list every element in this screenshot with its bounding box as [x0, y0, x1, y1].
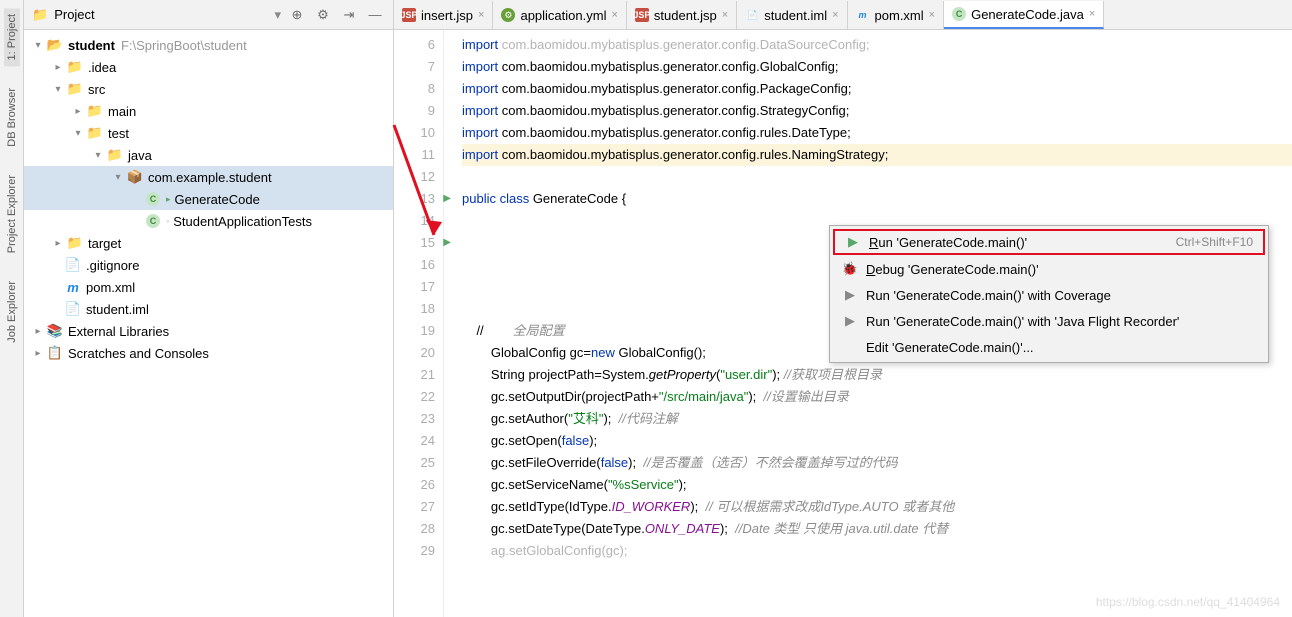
gear-icon[interactable]: ⚙: [313, 5, 333, 25]
run-icon: ▶: [848, 234, 858, 250]
code-line[interactable]: gc.setOpen(false);: [462, 430, 1292, 452]
job-explorer-tab[interactable]: Job Explorer: [4, 275, 20, 349]
line-number: 12: [394, 166, 435, 188]
line-number: 19: [394, 320, 435, 342]
run-gutter-icon[interactable]: ▶: [443, 232, 451, 254]
tree-scratch[interactable]: ▸📋Scratches and Consoles: [24, 342, 393, 364]
locate-icon[interactable]: ⊕: [287, 5, 307, 25]
code-line[interactable]: ag.setGlobalConfig(gc);: [462, 540, 1292, 562]
close-icon[interactable]: ×: [832, 9, 838, 21]
tree-test[interactable]: ▾📁test: [24, 122, 393, 144]
tree-sat[interactable]: C◦StudentApplicationTests: [24, 210, 393, 232]
line-number: 16: [394, 254, 435, 276]
code-line[interactable]: gc.setDateType(DateType.ONLY_DATE); //Da…: [462, 518, 1292, 540]
code-line[interactable]: gc.setServiceName("%sService");: [462, 474, 1292, 496]
code-line[interactable]: gc.setOutputDir(projectPath+"/src/main/j…: [462, 386, 1292, 408]
tree-lib[interactable]: ▸📚External Libraries: [24, 320, 393, 342]
tab-student.jsp[interactable]: JSPstudent.jsp×: [627, 1, 737, 29]
tab-application.yml[interactable]: ⚙application.yml×: [493, 1, 626, 29]
tool-window-bar: 1: Project DB Browser Project Explorer J…: [0, 0, 24, 617]
tree-pkg[interactable]: ▾📦com.example.student: [24, 166, 393, 188]
ctx-run[interactable]: ▶Run 'GenerateCode.main()'Ctrl+Shift+F10: [833, 229, 1265, 255]
tree-pom[interactable]: mpom.xml: [24, 276, 393, 298]
line-number: 26: [394, 474, 435, 496]
line-number: 10: [394, 122, 435, 144]
line-number: 29: [394, 540, 435, 562]
code-line[interactable]: import com.baomidou.mybatisplus.generato…: [462, 100, 1292, 122]
tree-main[interactable]: ▸📁main: [24, 100, 393, 122]
db-browser-tab[interactable]: DB Browser: [4, 82, 20, 153]
line-number: 23: [394, 408, 435, 430]
tree-root[interactable]: ▾📂studentF:\SpringBoot\student: [24, 34, 393, 56]
project-icon: 📁: [32, 7, 48, 23]
line-number: 9: [394, 100, 435, 122]
code-line[interactable]: import com.baomidou.mybatisplus.generato…: [462, 78, 1292, 100]
code-line[interactable]: import com.baomidou.mybatisplus.generato…: [462, 122, 1292, 144]
hide-icon[interactable]: —: [365, 5, 385, 25]
jfr-icon: ▶: [845, 313, 855, 329]
close-icon[interactable]: ×: [722, 9, 728, 21]
line-number: 6: [394, 34, 435, 56]
coverage-icon: ▶: [845, 287, 855, 303]
tab-GenerateCode.java[interactable]: CGenerateCode.java×: [944, 1, 1104, 29]
project-header: 📁 Project ▾ ⊕ ⚙ ⇥ —: [24, 0, 393, 30]
line-number: 14: [394, 210, 435, 232]
line-number: 22: [394, 386, 435, 408]
line-number: 18: [394, 298, 435, 320]
close-icon[interactable]: ×: [1089, 8, 1095, 20]
tab-student.iml[interactable]: 📄student.iml×: [737, 1, 847, 29]
close-icon[interactable]: ×: [478, 9, 484, 21]
ctx-cov[interactable]: ▶Run 'GenerateCode.main()' with Coverage: [832, 282, 1266, 308]
line-number: 28: [394, 518, 435, 540]
line-number: 21: [394, 364, 435, 386]
project-explorer-tab[interactable]: Project Explorer: [4, 169, 20, 259]
tree-gitignore[interactable]: 📄.gitignore: [24, 254, 393, 276]
code-line[interactable]: public class GenerateCode {: [462, 188, 1292, 210]
tree-gen[interactable]: C▸GenerateCode: [24, 188, 393, 210]
watermark: https://blog.csdn.net/qq_41404964: [1096, 595, 1280, 609]
code-line[interactable]: gc.setAuthor("艾科"); //代码注解: [462, 408, 1292, 430]
code-line[interactable]: import com.baomidou.mybatisplus.generato…: [462, 34, 1292, 56]
tree-java[interactable]: ▾📁java: [24, 144, 393, 166]
collapse-icon[interactable]: ⇥: [339, 5, 359, 25]
ctx-edit[interactable]: Edit 'GenerateCode.main()'...: [832, 334, 1266, 360]
code-line[interactable]: import com.baomidou.mybatisplus.generato…: [462, 144, 1292, 166]
code-line[interactable]: gc.setFileOverride(false); //是否覆盖（选否）不然会…: [462, 452, 1292, 474]
code-line[interactable]: import com.baomidou.mybatisplus.generato…: [462, 56, 1292, 78]
tree-iml[interactable]: 📄student.iml: [24, 298, 393, 320]
line-number: 11: [394, 144, 435, 166]
line-number: 20: [394, 342, 435, 364]
run-gutter-icon[interactable]: ▶: [443, 188, 451, 210]
tree-idea[interactable]: ▸📁.idea: [24, 56, 393, 78]
project-panel: 📁 Project ▾ ⊕ ⚙ ⇥ — ▾📂studentF:\SpringBo…: [24, 0, 394, 617]
ctx-debug[interactable]: 🐞Debug 'GenerateCode.main()': [832, 256, 1266, 282]
project-tool-tab[interactable]: 1: Project: [4, 8, 20, 66]
project-tree: ▾📂studentF:\SpringBoot\student ▸📁.idea ▾…: [24, 30, 393, 617]
line-number: 27: [394, 496, 435, 518]
line-number: 17: [394, 276, 435, 298]
close-icon[interactable]: ×: [929, 9, 935, 21]
line-number: 8: [394, 78, 435, 100]
code-line[interactable]: gc.setIdType(IdType.ID_WORKER); // 可以根据需…: [462, 496, 1292, 518]
editor-tabs: JSPinsert.jsp×⚙application.yml×JSPstuden…: [394, 0, 1292, 30]
panel-title: Project: [54, 7, 268, 22]
tab-insert.jsp[interactable]: JSPinsert.jsp×: [394, 1, 493, 29]
gutter: 678910111213▶1415▶1617181920212223242526…: [394, 30, 444, 617]
close-icon[interactable]: ×: [611, 9, 617, 21]
line-number: 24: [394, 430, 435, 452]
context-menu: ▶Run 'GenerateCode.main()'Ctrl+Shift+F10…: [829, 225, 1269, 363]
editor-area: JSPinsert.jsp×⚙application.yml×JSPstuden…: [394, 0, 1292, 617]
line-number: 7: [394, 56, 435, 78]
code-line[interactable]: String projectPath=System.getProperty("u…: [462, 364, 1292, 386]
debug-icon: 🐞: [842, 261, 858, 277]
tab-pom.xml[interactable]: mpom.xml×: [848, 1, 945, 29]
code-line[interactable]: [462, 166, 1292, 188]
tree-target[interactable]: ▸📁target: [24, 232, 393, 254]
ctx-jfr[interactable]: ▶Run 'GenerateCode.main()' with 'Java Fl…: [832, 308, 1266, 334]
line-number: 15▶: [394, 232, 435, 254]
tree-src[interactable]: ▾📁src: [24, 78, 393, 100]
line-number: 25: [394, 452, 435, 474]
line-number: 13▶: [394, 188, 435, 210]
